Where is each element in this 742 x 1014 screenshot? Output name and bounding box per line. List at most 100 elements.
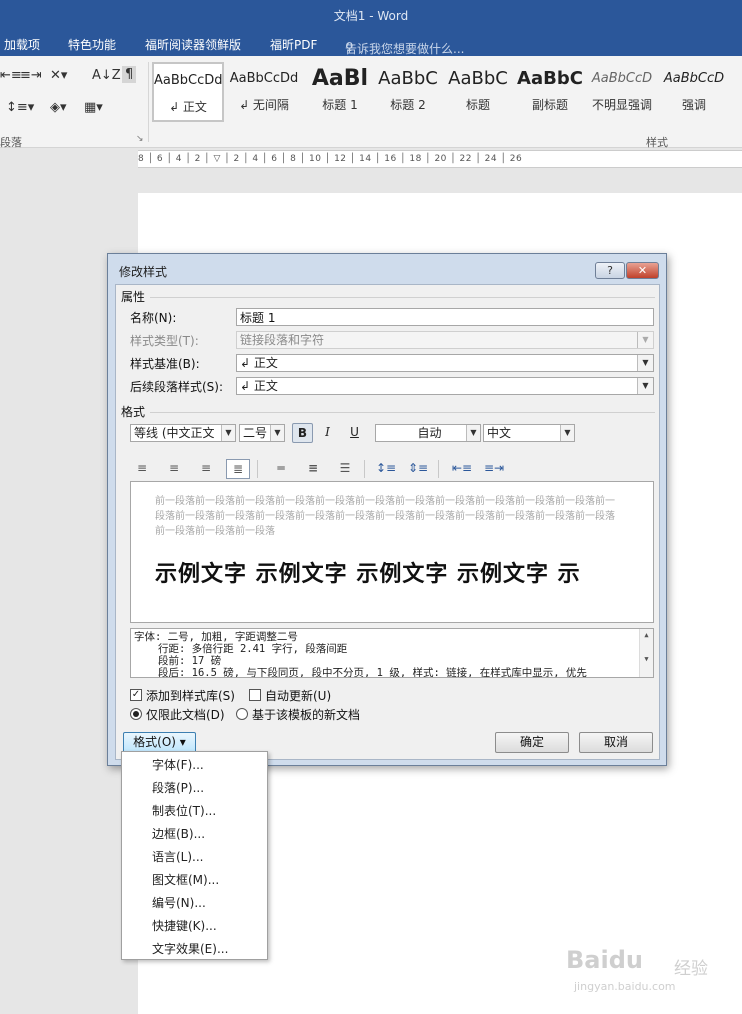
font-value: 等线 (中文正文 <box>134 426 215 440</box>
description-line: 字体: 二号, 加粗, 字距调整二号 <box>134 631 298 643</box>
chevron-down-icon[interactable]: ▼ <box>466 425 480 441</box>
justify-icon[interactable]: ≣ <box>226 459 250 479</box>
double-spacing-icon[interactable]: ☰ <box>333 459 357 479</box>
align-center-icon[interactable]: ≡ <box>162 459 186 479</box>
menu-addins[interactable]: 加载项 <box>4 36 40 53</box>
menu-item-tabs[interactable]: 制表位(T)... <box>122 800 267 822</box>
style-sample: AaBbCcDd <box>154 73 222 88</box>
show-marks-icon[interactable]: ¶ <box>122 66 137 83</box>
style-name: 不明显强调 <box>591 98 652 112</box>
align-left-icon[interactable]: ≡ <box>130 459 154 479</box>
dialog-launcher-icon[interactable]: ↘ <box>136 134 144 144</box>
shading-icon[interactable]: ◈▾ <box>50 100 67 115</box>
watermark-name: 经验 <box>674 959 708 979</box>
style-type-value: 链接段落和字符 <box>240 333 325 347</box>
formatting-heading: 格式 <box>121 405 146 419</box>
menu-special-features[interactable]: 特色功能 <box>68 36 116 53</box>
new-documents-label: 基于该模板的新文档 <box>252 708 361 722</box>
font-size-combo[interactable]: 二号 ▼ <box>239 424 285 442</box>
font-combo[interactable]: 等线 (中文正文 ▼ <box>130 424 236 442</box>
style-type-combo: 链接段落和字符 ▼ <box>236 331 654 349</box>
new-documents-radio[interactable] <box>236 708 248 720</box>
name-label: 名称(N): <box>130 311 177 325</box>
menu-item-numbering[interactable]: 编号(N)... <box>122 892 267 914</box>
following-style-value: ↲ 正文 <box>240 379 278 393</box>
chevron-down-icon[interactable]: ▼ <box>270 425 284 441</box>
style-subtitle[interactable]: AaBbC 副标题 <box>514 62 586 122</box>
asian-layout-icon[interactable]: ✕▾ <box>50 68 67 83</box>
italic-button[interactable]: I <box>317 423 338 443</box>
only-this-document-label: 仅限此文档(D) <box>146 708 225 722</box>
one-half-spacing-icon[interactable]: ≡ <box>301 459 325 479</box>
sort-icon[interactable]: A↓Z <box>92 68 121 83</box>
single-spacing-icon[interactable]: ═ <box>269 459 293 479</box>
cancel-button[interactable]: 取消 <box>579 732 653 753</box>
style-heading-1[interactable]: AaBl 标题 1 <box>304 62 376 122</box>
style-emphasis[interactable]: AaBbCcD 强调 <box>658 62 730 122</box>
style-no-spacing[interactable]: AaBbCcDd ↲ 无间隔 <box>228 62 300 122</box>
description-line: 段后: 16.5 磅, 与下段同页, 段中不分页, 1 级, 样式: 链接, 在… <box>158 667 587 678</box>
window-title: 文档1 - Word <box>0 0 742 32</box>
style-name: ↲ 无间隔 <box>239 98 289 112</box>
close-button[interactable]: ✕ <box>626 262 659 279</box>
auto-update-checkbox[interactable] <box>249 689 261 701</box>
style-name: 强调 <box>681 98 706 112</box>
bold-button[interactable]: B <box>292 423 313 443</box>
increase-paragraph-spacing-icon[interactable]: ↕≡ <box>374 459 398 479</box>
based-on-combo[interactable]: ↲ 正文 ▼ <box>236 354 654 372</box>
dialog-title: 修改样式 <box>119 265 168 279</box>
chevron-down-icon[interactable]: ▼ <box>221 425 235 441</box>
line-spacing-icon[interactable]: ↕≡▾ <box>6 100 34 115</box>
menu-item-border[interactable]: 边框(B)... <box>122 823 267 845</box>
increase-indent-icon[interactable]: ≡⇥ <box>482 459 506 479</box>
based-on-value: ↲ 正文 <box>240 356 278 370</box>
style-title[interactable]: AaBbC 标题 <box>442 62 514 122</box>
menu-foxit-pdf[interactable]: 福昕PDF <box>270 36 317 53</box>
style-name-input[interactable] <box>236 308 654 326</box>
style-name: 标题 2 <box>390 98 426 112</box>
chevron-down-icon[interactable]: ▼ <box>560 425 574 441</box>
decrease-paragraph-spacing-icon[interactable]: ⇕≡ <box>406 459 430 479</box>
script-value: 中文 <box>487 426 512 440</box>
style-sample: AaBbC <box>378 68 438 89</box>
underline-button[interactable]: U <box>344 423 365 443</box>
chevron-down-icon[interactable]: ▼ <box>637 355 653 371</box>
increase-indent-icon[interactable]: ≡⇥ <box>20 68 42 83</box>
baidu-watermark: Baidu 经验 jingyan.baidu.com <box>566 936 736 1000</box>
following-style-combo[interactable]: ↲ 正文 ▼ <box>236 377 654 395</box>
menu-item-language[interactable]: 语言(L)... <box>122 846 267 868</box>
menu-item-paragraph[interactable]: 段落(P)... <box>122 777 267 799</box>
auto-update-label: 自动更新(U) <box>265 689 332 703</box>
preview-previous-paragraph: 前一段落前一段落前一段落前一段落前一段落前一段落前一段落前一段落前一段落前一段落… <box>155 496 615 537</box>
decrease-indent-icon[interactable]: ⇤≡ <box>0 68 22 83</box>
chevron-down-icon: ▼ <box>637 332 653 348</box>
menu-item-font[interactable]: 字体(F)... <box>122 754 267 776</box>
help-button[interactable]: ? <box>595 262 625 279</box>
style-sample: AaBbCcD <box>663 71 725 86</box>
properties-divider <box>150 297 655 298</box>
format-menu-button[interactable]: 格式(O) ▾ <box>123 732 196 753</box>
horizontal-ruler[interactable]: 8 │ 6 │ 4 │ 2 │ ▽ │ 2 │ 4 │ 6 │ 8 │ 10 │… <box>138 150 742 168</box>
chevron-down-icon[interactable]: ▼ <box>637 378 653 394</box>
menu-item-shortcut-key[interactable]: 快捷键(K)... <box>122 915 267 937</box>
font-color-combo[interactable]: 自动 ▼ <box>375 424 481 442</box>
menu-bar: 加载项 特色功能 福昕阅读器领鲜版 福昕PDF ♀ 告诉我您想要做什么... <box>0 32 742 56</box>
style-heading-2[interactable]: AaBbC 标题 2 <box>372 62 444 122</box>
preview-sample-text: 示例文字 示例文字 示例文字 示例文字 示 <box>155 562 581 587</box>
borders-icon[interactable]: ▦▾ <box>84 100 103 115</box>
style-normal[interactable]: AaBbCcDd ↲ 正文 <box>152 62 224 122</box>
toolbar-separator <box>257 460 258 478</box>
only-this-document-radio[interactable] <box>130 708 142 720</box>
script-combo[interactable]: 中文 ▼ <box>483 424 575 442</box>
ribbon: ⇤≡ ≡⇥ ✕▾ A↓Z ¶ ↕≡▾ ◈▾ ▦▾ 段落 ↘ AaBbCcDd ↲… <box>0 56 742 149</box>
align-right-icon[interactable]: ≡ <box>194 459 218 479</box>
description-scrollbar[interactable]: ▲ ▼ <box>639 629 653 677</box>
menu-foxit-reader[interactable]: 福昕阅读器领鲜版 <box>145 36 241 53</box>
menu-item-frame[interactable]: 图文框(M)... <box>122 869 267 891</box>
decrease-indent-icon[interactable]: ⇤≡ <box>450 459 474 479</box>
styles-group-label: 样式 <box>646 136 668 149</box>
ok-button[interactable]: 确定 <box>495 732 569 753</box>
menu-item-text-effects[interactable]: 文字效果(E)... <box>122 938 267 960</box>
add-to-gallery-checkbox[interactable]: ✓ <box>130 689 142 701</box>
style-subtle-emphasis[interactable]: AaBbCcD 不明显强调 <box>586 62 658 122</box>
